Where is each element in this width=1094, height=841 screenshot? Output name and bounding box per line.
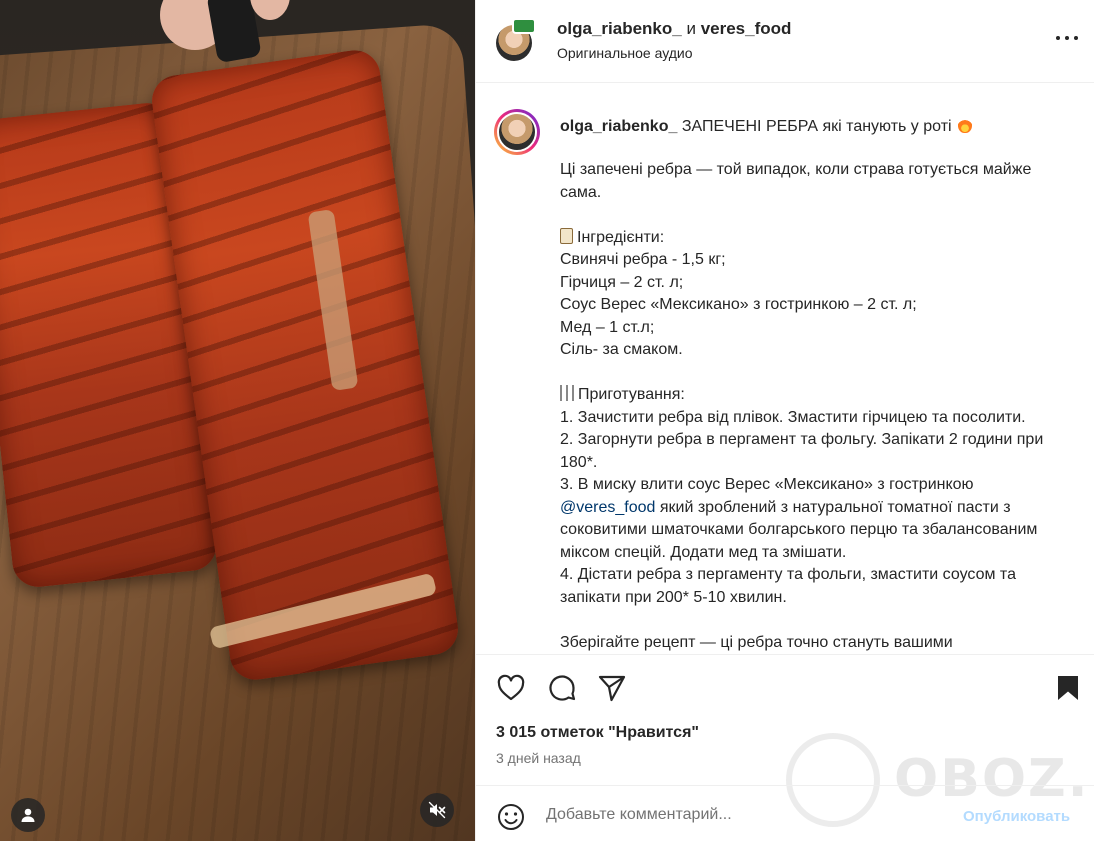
bookmark-icon[interactable] (1053, 673, 1083, 703)
step: 1. Зачистити ребра від плівок. Змастити … (560, 408, 1026, 426)
post-media[interactable] (0, 0, 475, 841)
comment-bar: Опубликовать (476, 785, 1094, 841)
ingredient-item: Мед – 1 ст.л; (560, 318, 655, 336)
post-authors: olga_riabenko_ и veres_food (557, 19, 791, 39)
caption-avatar[interactable] (494, 109, 540, 155)
conjunction: и (686, 19, 696, 38)
author-link[interactable]: olga_riabenko_ (557, 19, 682, 38)
caption-header: olga_riabenko_ ЗАПЕЧЕНІ РЕБРА які тануют… (560, 116, 1070, 138)
more-icon[interactable] (1056, 36, 1078, 44)
ingredients-heading: Інгредієнти: (577, 228, 665, 246)
caption-text: Ці запечені ребра — той випадок, коли ст… (560, 159, 1070, 654)
comment-icon[interactable] (547, 673, 577, 703)
step: 3. В миску влити соус Верес «Мексикано» … (560, 476, 978, 493)
ingredient-item: Сіль- за смаком. (560, 341, 683, 358)
comment-input[interactable] (546, 806, 926, 824)
heart-icon[interactable] (496, 673, 526, 703)
likes-count[interactable]: 3 015 отметок "Нравится" (496, 724, 699, 742)
clipboard-icon (560, 227, 573, 244)
send-icon[interactable] (597, 673, 627, 703)
publish-button[interactable]: Опубликовать (963, 808, 1070, 825)
tagged-users-button[interactable] (11, 798, 45, 832)
step: 4. Дістати ребра з пергаменту та фольги,… (560, 566, 1021, 606)
mention-link[interactable]: @veres_food (560, 499, 655, 516)
step: 2. Загорнути ребра в пергамент та фольгу… (560, 431, 1048, 471)
mute-icon (428, 801, 446, 819)
post-panel: olga_riabenko_ и veres_food Оригинальное… (475, 0, 1094, 841)
audio-link[interactable]: Оригинальное аудио (557, 45, 693, 61)
caption-title: ЗАПЕЧЕНІ РЕБРА які танують у роті (681, 118, 952, 135)
collab-author-link[interactable]: veres_food (701, 19, 792, 38)
caption-outro: Зберігайте рецепт — ці ребра точно стану… (560, 633, 953, 651)
hand (250, 0, 290, 20)
fork-knife-icon (560, 385, 574, 401)
user-icon (21, 808, 35, 822)
caption-author[interactable]: olga_riabenko_ (560, 118, 677, 135)
ingredient-item: Соус Верес «Мексикано» з гостринкою – 2 … (560, 296, 917, 313)
steps-heading: Приготування: (578, 386, 685, 403)
collab-avatar-badge[interactable] (512, 18, 536, 34)
post-caption: olga_riabenko_ ЗАПЕЧЕНІ РЕБРА які тануют… (476, 84, 1094, 654)
ingredient-item: Свинячі ребра - 1,5 кг; (560, 251, 726, 268)
ingredient-item: Гірчиця – 2 ст. л; (560, 273, 684, 291)
fire-icon (957, 117, 972, 133)
post-timestamp[interactable]: 3 дней назад (496, 750, 581, 766)
caption-intro: Ці запечені ребра — той випадок, коли ст… (560, 161, 1036, 201)
mute-button[interactable] (420, 793, 454, 827)
post-header: olga_riabenko_ и veres_food Оригинальное… (476, 0, 1094, 83)
emoji-icon[interactable] (496, 802, 526, 832)
